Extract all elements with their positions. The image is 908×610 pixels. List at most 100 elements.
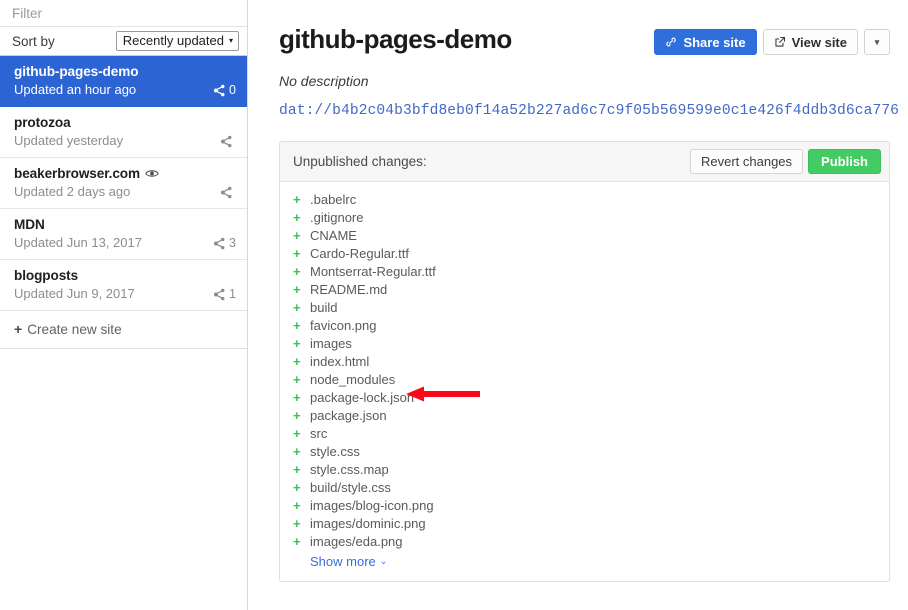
add-marker: + xyxy=(293,533,301,549)
changes-actions: Revert changes Publish xyxy=(689,149,881,174)
create-new-site-label: Create new site xyxy=(27,321,122,337)
list-item[interactable]: + favicon.png xyxy=(280,316,889,334)
external-link-icon xyxy=(775,36,785,47)
site-options-dropdown-button[interactable]: ▾ xyxy=(864,29,890,55)
peer-count-value: 0 xyxy=(229,83,236,97)
file-path: favicon.png xyxy=(310,317,377,333)
file-path: images/dominic.png xyxy=(310,515,426,531)
add-marker: + xyxy=(293,389,301,405)
add-marker: + xyxy=(293,299,301,315)
changed-files-list: + .babelrc + .gitignore + CNAME + Cardo-Regu… xyxy=(280,182,889,581)
beaker-library-window: Sort by Recently updated ▾ github-pages-… xyxy=(0,0,908,610)
file-path: package-lock.json xyxy=(310,389,415,405)
add-marker: + xyxy=(293,461,301,477)
main-content: github-pages-demo Share site View site ▾… xyxy=(248,0,908,610)
site-title: github-pages-demo xyxy=(14,64,235,79)
file-path: CNAME xyxy=(310,227,357,243)
add-marker: + xyxy=(293,425,301,441)
share-icon xyxy=(214,84,225,96)
list-item[interactable]: + images xyxy=(280,334,889,352)
revert-changes-button[interactable]: Revert changes xyxy=(689,149,804,174)
site-updated: Updated an hour ago xyxy=(14,82,137,97)
site-title: blogposts xyxy=(14,268,235,283)
peer-count: 3 xyxy=(213,236,236,250)
site-updated: Updated Jun 9, 2017 xyxy=(14,286,135,301)
add-marker: + xyxy=(293,281,301,297)
peer-count-value: 3 xyxy=(229,236,236,250)
link-icon xyxy=(666,37,677,47)
file-path: .babelrc xyxy=(310,191,357,207)
show-more-label: Show more xyxy=(310,554,376,569)
list-item[interactable]: + style.css xyxy=(280,442,889,460)
file-path: images/blog-icon.png xyxy=(310,497,434,513)
site-name: blogposts xyxy=(14,268,79,283)
list-item[interactable]: + style.css.map xyxy=(280,460,889,478)
revert-changes-label: Revert changes xyxy=(700,154,793,169)
site-updated: Updated 2 days ago xyxy=(14,184,131,199)
show-more-button[interactable]: Show more ⌄ xyxy=(280,550,889,575)
share-icon xyxy=(220,135,232,148)
file-path: src xyxy=(310,425,328,441)
file-path: style.css.map xyxy=(310,461,389,477)
sidebar-item-beakerbrowser-com[interactable]: beakerbrowser.com Updated 2 days ago xyxy=(0,158,247,209)
page-title: github-pages-demo xyxy=(279,24,512,54)
file-path: images xyxy=(310,335,352,351)
add-marker: + xyxy=(293,515,301,531)
site-name: beakerbrowser.com xyxy=(14,166,140,181)
share-icon xyxy=(214,237,225,249)
file-path: .gitignore xyxy=(310,209,364,225)
filter-input[interactable] xyxy=(12,5,235,21)
list-item[interactable]: + Montserrat-Regular.ttf xyxy=(280,262,889,280)
sidebar-item-protozoa[interactable]: protozoa Updated yesterday xyxy=(0,107,247,158)
site-name: github-pages-demo xyxy=(14,64,139,79)
peer-count xyxy=(220,135,236,148)
view-site-label: View site xyxy=(791,34,847,50)
publish-label: Publish xyxy=(821,154,868,169)
list-item[interactable]: + package-lock.json xyxy=(280,388,889,406)
eye-icon xyxy=(145,170,159,177)
add-marker: + xyxy=(293,353,301,369)
list-item[interactable]: + images/eda.png xyxy=(280,532,889,550)
list-item[interactable]: + images/dominic.png xyxy=(280,514,889,532)
sort-by-select[interactable]: Recently updated ▾ xyxy=(115,31,239,51)
list-item[interactable]: + Cardo-Regular.ttf xyxy=(280,244,889,262)
sidebar-item-mdn[interactable]: MDN Updated Jun 13, 2017 3 xyxy=(0,209,247,260)
site-title: MDN xyxy=(14,217,235,232)
list-item[interactable]: + .gitignore xyxy=(280,208,889,226)
sidebar: Sort by Recently updated ▾ github-pages-… xyxy=(0,0,248,610)
list-item[interactable]: + .babelrc xyxy=(280,190,889,208)
publish-button[interactable]: Publish xyxy=(808,149,881,174)
main-header: github-pages-demo Share site View site ▾ xyxy=(279,24,890,55)
list-item[interactable]: + README.md xyxy=(280,280,889,298)
share-site-label: Share site xyxy=(683,34,746,50)
site-title: protozoa xyxy=(14,115,235,130)
list-item-node-modules[interactable]: + node_modules xyxy=(280,370,889,388)
sidebar-item-github-pages-demo[interactable]: github-pages-demo Updated an hour ago 0 xyxy=(0,56,247,107)
add-marker: + xyxy=(293,317,301,333)
list-item[interactable]: + package.json xyxy=(280,406,889,424)
sort-by-label: Sort by xyxy=(12,33,55,49)
list-item[interactable]: + images/blog-icon.png xyxy=(280,496,889,514)
add-marker: + xyxy=(293,443,301,459)
list-item[interactable]: + index.html xyxy=(280,352,889,370)
sort-by-row: Sort by Recently updated ▾ xyxy=(0,27,247,56)
chevron-down-icon: ⌄ xyxy=(379,556,388,566)
sort-by-value: Recently updated xyxy=(122,32,224,48)
file-path: README.md xyxy=(310,281,388,297)
sidebar-item-blogposts[interactable]: blogposts Updated Jun 9, 2017 1 xyxy=(0,260,247,311)
list-item[interactable]: + CNAME xyxy=(280,226,889,244)
file-path: node_modules xyxy=(310,371,396,387)
view-site-button[interactable]: View site xyxy=(762,29,858,55)
create-new-site-button[interactable]: + Create new site xyxy=(0,311,247,349)
site-description: No description xyxy=(279,73,369,89)
file-path: build xyxy=(310,299,338,315)
list-item[interactable]: + build/style.css xyxy=(280,478,889,496)
peer-count: 0 xyxy=(213,83,236,97)
dat-url[interactable]: dat://b4b2c04b3bfd8eb0f14a52b227ad6c7c9f… xyxy=(279,103,899,119)
list-item[interactable]: + build xyxy=(280,298,889,316)
list-item[interactable]: + src xyxy=(280,424,889,442)
chevron-down-icon: ▾ xyxy=(874,36,880,47)
file-path: Cardo-Regular.ttf xyxy=(310,245,409,261)
file-path: index.html xyxy=(310,353,370,369)
share-site-button[interactable]: Share site xyxy=(654,29,757,55)
